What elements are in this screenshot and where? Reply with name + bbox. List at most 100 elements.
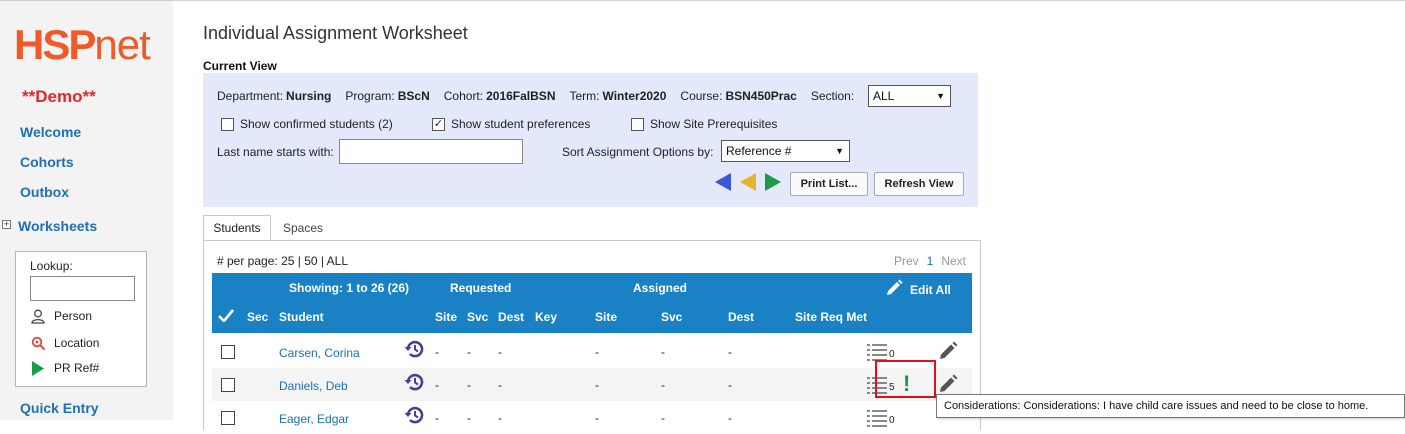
- show-preferences-label: Show student preferences: [451, 117, 591, 131]
- view-filter-panel: Department: Nursing Program: BScN Cohort: 201…: [203, 73, 978, 207]
- cohort-value: 2016FalBSN: [486, 89, 556, 103]
- nav-cohorts[interactable]: Cohorts: [20, 154, 74, 170]
- assigned-site: -: [595, 378, 599, 392]
- lastname-input[interactable]: [339, 139, 523, 164]
- pager-prev[interactable]: Prev: [894, 254, 919, 268]
- row-checkbox[interactable]: [221, 345, 235, 359]
- per-page-options[interactable]: 25 | 50 | ALL: [281, 254, 348, 268]
- lastname-label: Last name starts with:: [217, 145, 334, 159]
- options-count: 0: [889, 349, 895, 360]
- sort-select[interactable]: Reference # ▼: [721, 140, 850, 162]
- chevron-down-icon: ▼: [835, 146, 844, 156]
- term-label: Term:: [569, 89, 600, 103]
- first-arrow-icon[interactable]: [715, 173, 731, 191]
- considerations-tooltip: Considerations: Considerations: I have c…: [936, 394, 1405, 418]
- col-sec[interactable]: Sec: [247, 310, 268, 324]
- history-icon[interactable]: [403, 371, 425, 396]
- pager-next[interactable]: Next: [941, 254, 966, 268]
- filter-summary-row: Department: Nursing Program: BScN Cohort: 201…: [217, 89, 857, 103]
- requested-svc: -: [467, 411, 471, 425]
- nav-outbox[interactable]: Outbox: [20, 184, 69, 200]
- col-assigned-dest[interactable]: Dest: [728, 310, 754, 324]
- lookup-location[interactable]: Location: [30, 335, 99, 351]
- assigned-site: -: [595, 345, 599, 359]
- select-all-checkmark-icon[interactable]: [218, 309, 235, 325]
- tab-students[interactable]: Students: [203, 215, 271, 241]
- col-requested-site[interactable]: Site: [435, 310, 457, 324]
- assigned-svc: -: [661, 411, 665, 425]
- person-icon: [30, 308, 46, 324]
- table-row: Carsen, Corina - - - - - - 0: [212, 335, 972, 368]
- department-label: Department:: [217, 89, 284, 103]
- student-name-link[interactable]: Daniels, Deb: [279, 379, 348, 393]
- requested-svc: -: [467, 345, 471, 359]
- checkbox-unchecked[interactable]: [631, 117, 644, 131]
- edit-all-button[interactable]: Edit All: [884, 278, 951, 301]
- history-icon[interactable]: [403, 338, 425, 363]
- location-search-icon: [30, 335, 46, 351]
- table-row: Eager, Edgar - - - - - - 0: [212, 401, 972, 434]
- col-student[interactable]: Student: [279, 310, 324, 324]
- section-select[interactable]: ALL ▼: [868, 85, 951, 107]
- previous-arrow-icon[interactable]: [740, 173, 756, 191]
- requested-dest: -: [498, 411, 502, 425]
- logo-text-net: net: [94, 21, 150, 68]
- col-key[interactable]: Key: [535, 310, 557, 324]
- expand-worksheets-icon[interactable]: +: [2, 220, 11, 229]
- demo-label: **Demo**: [22, 87, 96, 106]
- section-label: Section:: [810, 89, 855, 103]
- requested-group-header: Requested: [450, 281, 512, 295]
- checkmark-icon[interactable]: ✓: [432, 117, 445, 131]
- show-prerequisites-checkbox[interactable]: Show Site Prerequisites: [631, 117, 777, 131]
- lookup-input[interactable]: [30, 276, 135, 301]
- course-label: Course:: [680, 89, 723, 103]
- requested-site: -: [435, 345, 439, 359]
- lookup-person[interactable]: Person: [30, 308, 92, 324]
- lookup-location-label: Location: [54, 336, 100, 350]
- lookup-person-label: Person: [54, 309, 93, 323]
- col-site-req-met[interactable]: Site Req Met: [795, 310, 867, 324]
- col-requested-dest[interactable]: Dest: [498, 310, 524, 324]
- assigned-dest: -: [728, 411, 732, 425]
- per-page-label: # per page:: [217, 254, 278, 268]
- col-assigned-svc[interactable]: Svc: [661, 310, 682, 324]
- history-icon[interactable]: [403, 404, 425, 429]
- assigned-dest: -: [728, 378, 732, 392]
- hspnet-logo[interactable]: HSPnet: [14, 21, 151, 69]
- nav-welcome[interactable]: Welcome: [20, 124, 81, 140]
- row-checkbox[interactable]: [221, 411, 235, 425]
- pager-current-page[interactable]: 1: [927, 254, 934, 268]
- row-checkbox[interactable]: [221, 378, 235, 392]
- play-arrow-icon: [30, 360, 46, 376]
- student-name-link[interactable]: Carsen, Corina: [279, 346, 360, 360]
- nav-worksheets[interactable]: Worksheets: [18, 218, 97, 234]
- chevron-down-icon: ▼: [936, 91, 945, 101]
- show-confirmed-label: Show confirmed students (2): [240, 117, 393, 131]
- lookup-pr-ref[interactable]: PR Ref#: [30, 360, 99, 376]
- refresh-view-button[interactable]: Refresh View: [874, 172, 964, 196]
- checkbox-unchecked[interactable]: [221, 117, 234, 131]
- section-select-value: ALL: [873, 89, 895, 103]
- next-arrow-icon[interactable]: [765, 173, 781, 191]
- col-requested-svc[interactable]: Svc: [467, 310, 488, 324]
- table-header: Showing: 1 to 26 (26) Requested Assigned…: [212, 273, 972, 333]
- term-value: Winter2020: [602, 89, 667, 103]
- print-list-button[interactable]: Print List...: [790, 172, 868, 196]
- tab-spaces[interactable]: Spaces: [274, 215, 332, 241]
- lookup-panel: Lookup: Person Location PR Ref#: [15, 251, 147, 387]
- student-name-link[interactable]: Eager, Edgar: [279, 412, 349, 426]
- edit-pencil-icon[interactable]: [937, 340, 959, 365]
- sort-label: Sort Assignment Options by:: [562, 145, 714, 159]
- col-assigned-site[interactable]: Site: [595, 310, 617, 324]
- program-label: Program:: [345, 89, 395, 103]
- requested-dest: -: [498, 345, 502, 359]
- show-prerequisites-label: Show Site Prerequisites: [650, 117, 778, 131]
- show-preferences-checkbox[interactable]: ✓ Show student preferences: [432, 117, 590, 131]
- options-count: 0: [889, 415, 895, 426]
- assigned-svc: -: [661, 378, 665, 392]
- nav-quick-entry[interactable]: Quick Entry: [20, 400, 99, 416]
- showing-count: Showing: 1 to 26 (26): [289, 281, 410, 295]
- list-icon[interactable]: [867, 409, 887, 430]
- show-confirmed-checkbox[interactable]: Show confirmed students (2): [221, 117, 393, 131]
- requested-dest: -: [498, 378, 502, 392]
